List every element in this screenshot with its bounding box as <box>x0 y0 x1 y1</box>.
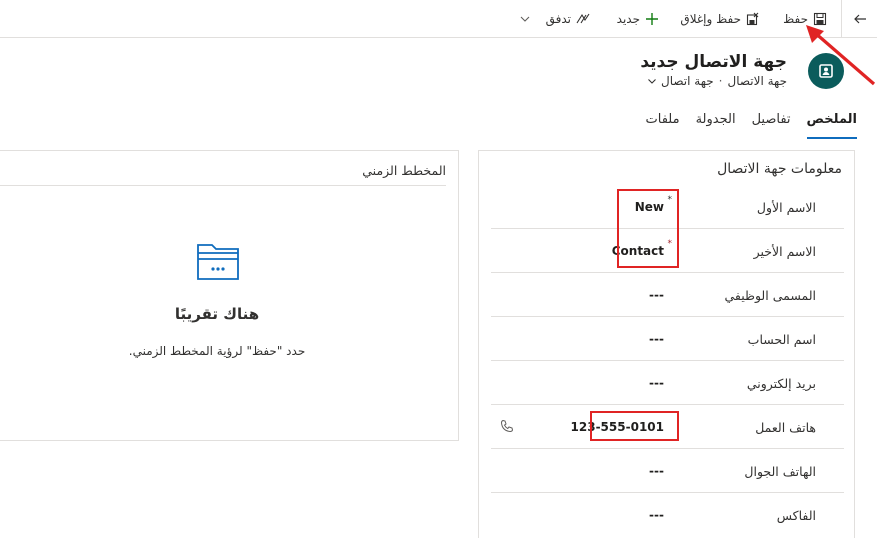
form-name: جهة اتصال <box>661 74 714 88</box>
phone-icon[interactable] <box>499 418 515 434</box>
back-arrow-icon <box>853 14 866 24</box>
account-name-input[interactable]: --- <box>649 317 664 361</box>
field-job-title: المسمى الوظيفي --- <box>491 273 844 317</box>
more-commands-button[interactable] <box>516 0 534 38</box>
plus-icon <box>645 12 659 26</box>
subtitle-separator: · <box>718 74 723 88</box>
last-name-input[interactable]: Contact <box>612 229 664 273</box>
contact-card-icon <box>819 64 833 78</box>
tab-list: الملخص تفاصيل الجدولة ملفات <box>646 112 858 139</box>
empty-state-title: هناك تقريبًا <box>174 305 260 323</box>
save-icon <box>813 12 827 26</box>
flow-icon <box>576 12 590 26</box>
tab-scheduling[interactable]: الجدولة <box>696 112 736 136</box>
record-subtitle: جهة الاتصال · جهة اتصال <box>647 74 787 88</box>
required-mark: * <box>667 239 673 249</box>
divider <box>0 185 446 186</box>
fax-input[interactable]: --- <box>649 493 664 537</box>
save-close-icon <box>746 12 760 26</box>
field-fax: الفاكس --- <box>491 493 844 537</box>
form-selector[interactable]: جهة اتصال <box>647 74 714 88</box>
field-label: الهاتف الجوال <box>744 463 816 479</box>
empty-state-hint: حدد "حفظ" لرؤية المخطط الزمني. <box>128 344 306 358</box>
field-label: اسم الحساب <box>747 331 816 347</box>
field-label: الاسم الأول <box>756 199 816 215</box>
field-label: هاتف العمل <box>755 419 816 435</box>
avatar <box>808 53 844 89</box>
field-first-name: الاسم الأول * New <box>491 185 844 229</box>
flow-label: تدفق <box>545 12 571 26</box>
section-title: معلومات جهة الاتصال <box>717 161 842 177</box>
page-title: جهة الاتصال جديد <box>640 52 787 72</box>
chevron-down-icon <box>647 76 657 86</box>
timeline-title: المخطط الزمني <box>362 163 446 178</box>
mobile-phone-input[interactable]: --- <box>649 449 664 493</box>
timeline-section: المخطط الزمني هناك تقريبًا حدد "حفظ" لرؤ… <box>0 150 459 441</box>
command-bar: حفظ حفظ وإغلاق جديد تدفق <box>0 0 877 38</box>
save-button[interactable]: حفظ <box>783 0 827 38</box>
chevron-down-icon <box>520 16 530 22</box>
entity-type: جهة الاتصال <box>727 74 788 88</box>
back-button[interactable] <box>841 0 877 38</box>
tab-files[interactable]: ملفات <box>646 112 680 136</box>
contact-info-section: معلومات جهة الاتصال الاسم الأول * New ال… <box>478 150 855 538</box>
field-email: بريد إلكتروني --- <box>491 361 844 405</box>
job-title-input[interactable]: --- <box>649 273 664 317</box>
new-label: جديد <box>616 12 640 26</box>
save-label: حفظ <box>783 12 808 26</box>
field-last-name: الاسم الأخير * Contact <box>491 229 844 273</box>
field-label: المسمى الوظيفي <box>724 287 816 303</box>
folder-icon <box>197 244 239 280</box>
save-close-label: حفظ وإغلاق <box>680 12 741 26</box>
tab-summary[interactable]: الملخص <box>806 112 858 139</box>
flow-button[interactable]: تدفق <box>546 0 590 38</box>
field-account-name: اسم الحساب --- <box>491 317 844 361</box>
field-label: بريد إلكتروني <box>746 375 816 391</box>
tab-details[interactable]: تفاصيل <box>752 112 791 136</box>
required-mark: * <box>667 195 673 205</box>
first-name-input[interactable]: New <box>635 185 664 229</box>
save-close-button[interactable]: حفظ وإغلاق <box>680 0 760 38</box>
field-mobile-phone: الهاتف الجوال --- <box>491 449 844 493</box>
field-label: الاسم الأخير <box>753 243 816 259</box>
email-input[interactable]: --- <box>649 361 664 405</box>
field-label: الفاكس <box>776 507 816 523</box>
business-phone-input[interactable]: 123-555-0101 <box>571 405 664 449</box>
field-business-phone: هاتف العمل 123-555-0101 <box>491 405 844 449</box>
new-button[interactable]: جديد <box>617 0 659 38</box>
